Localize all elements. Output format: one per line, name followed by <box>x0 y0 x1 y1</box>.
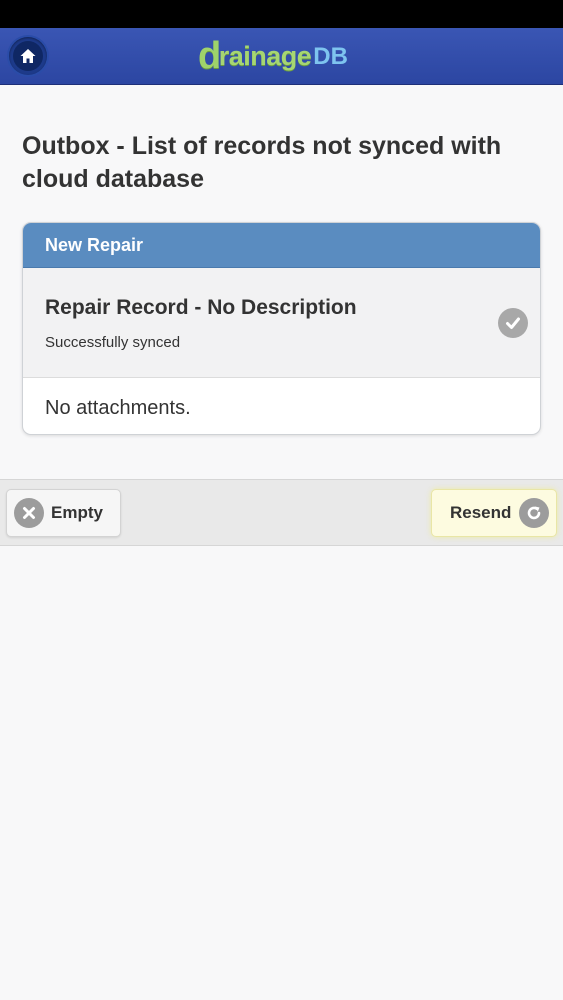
logo-text: rainage <box>218 41 312 71</box>
close-icon <box>14 498 44 528</box>
status-bar <box>0 0 563 28</box>
refresh-icon <box>519 498 550 528</box>
record-title: Repair Record - No Description <box>45 296 357 319</box>
card-header: New Repair <box>23 223 540 268</box>
resend-button-label: Resend <box>450 503 512 522</box>
empty-button[interactable]: Empty <box>6 489 121 537</box>
footer-toolbar: Empty Resend <box>0 479 563 546</box>
app-header: d rainage DB <box>0 28 563 85</box>
logo-suffix: DB <box>313 42 348 70</box>
empty-button-label: Empty <box>51 503 103 522</box>
home-button[interactable] <box>9 37 47 75</box>
check-icon <box>498 308 528 338</box>
logo-initial: d <box>198 35 221 77</box>
page-title: Outbox - List of records not synced with… <box>22 132 502 193</box>
home-icon <box>20 49 36 63</box>
resend-button[interactable]: Resend <box>431 489 557 537</box>
record-status: Successfully synced <box>45 334 181 351</box>
record-list-item[interactable]: Repair Record - No Description Successfu… <box>23 268 540 378</box>
drainagedb-logo: d rainage DB <box>198 28 348 85</box>
outbox-card: New Repair Repair Record - No Descriptio… <box>22 222 541 435</box>
attachments-text: No attachments. <box>45 397 191 419</box>
